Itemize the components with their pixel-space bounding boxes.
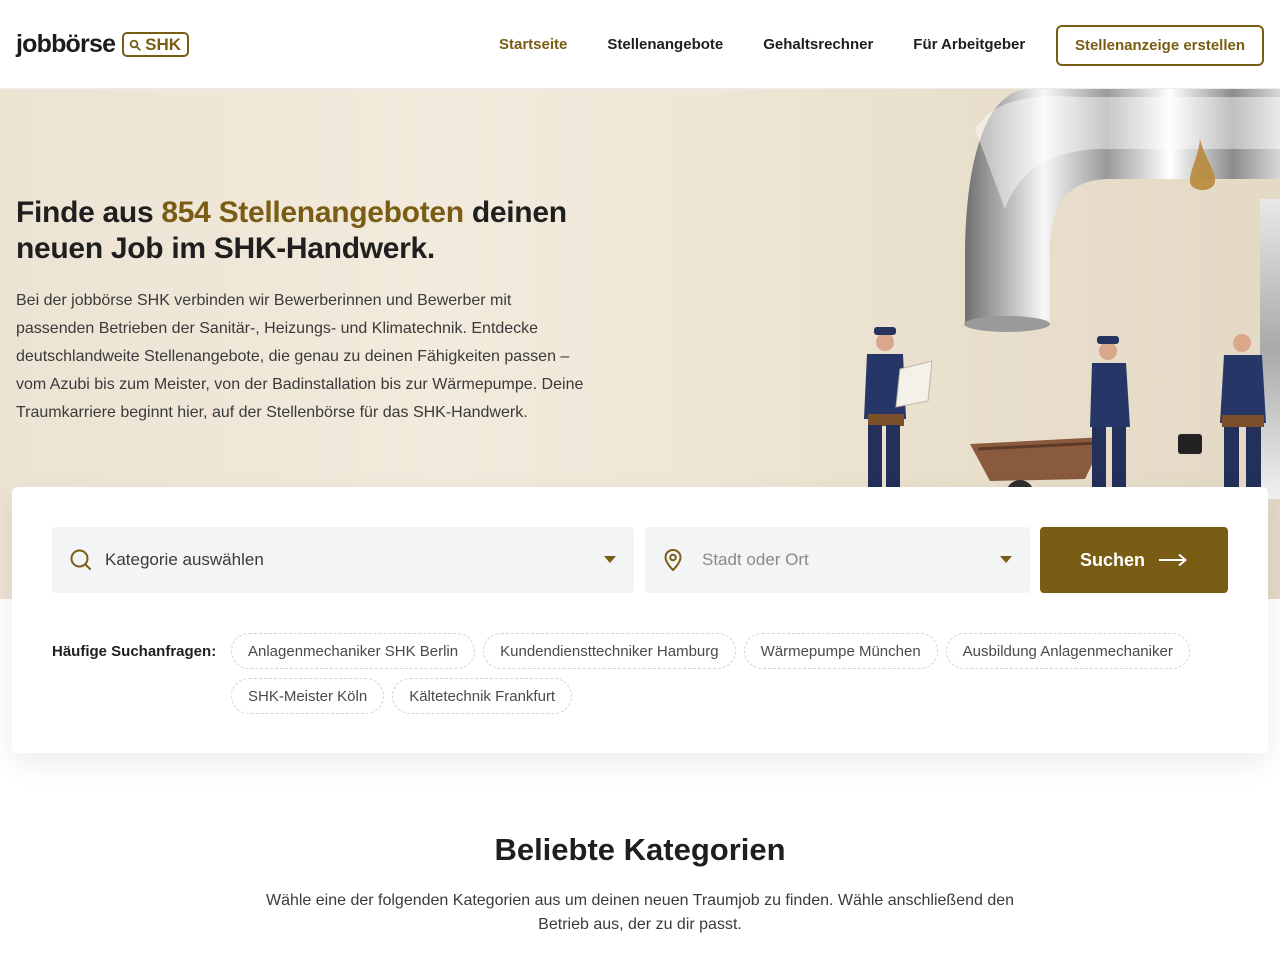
search-button[interactable]: Suchen bbox=[1040, 527, 1228, 593]
search-card: Kategorie auswählen Stadt oder Ort Suche… bbox=[12, 487, 1268, 753]
map-pin-icon bbox=[664, 548, 682, 572]
category-select[interactable]: Kategorie auswählen bbox=[52, 527, 634, 593]
nav-gehaltsrechner[interactable]: Gehaltsrechner bbox=[763, 36, 873, 53]
figurine-worker-1 bbox=[864, 327, 933, 500]
site-header: jobbörse SHK Startseite Stellenangebote … bbox=[0, 0, 1280, 89]
logo-badge: SHK bbox=[122, 32, 190, 57]
create-job-ad-button[interactable]: Stellenanzeige erstellen bbox=[1056, 25, 1264, 66]
frequent-searches-list: Anlagenmechaniker SHK Berlin Kundendiens… bbox=[231, 633, 1201, 714]
nav-stellenangebote[interactable]: Stellenangebote bbox=[607, 36, 723, 53]
nav-fuer-arbeitgeber[interactable]: Für Arbeitgeber bbox=[913, 36, 1025, 53]
hero-title: Finde aus 854 Stellenangeboten deinen ne… bbox=[16, 195, 636, 267]
search-icon bbox=[129, 39, 141, 51]
categories-description: Wähle eine der folgenden Kategorien aus … bbox=[265, 892, 1015, 933]
frequent-search-chip[interactable]: Kältetechnik Frankfurt bbox=[392, 678, 573, 714]
category-select-value: Kategorie auswählen bbox=[105, 550, 264, 569]
frequent-search-chip[interactable]: SHK-Meister Köln bbox=[231, 678, 385, 714]
location-placeholder: Stadt oder Ort bbox=[702, 550, 809, 569]
logo-badge-label: SHK bbox=[145, 34, 182, 54]
hero-title-highlight: 854 Stellenangeboten bbox=[161, 196, 464, 229]
frequent-searches-label: Häufige Suchanfragen: bbox=[52, 643, 217, 660]
categories-title: Beliebte Kategorien bbox=[494, 832, 786, 867]
search-icon bbox=[70, 549, 91, 570]
frequent-search-chip[interactable]: Kundendiensttechniker Hamburg bbox=[483, 633, 736, 669]
arrow-right-icon bbox=[1159, 553, 1188, 567]
nav-startseite[interactable]: Startseite bbox=[499, 36, 567, 53]
site-logo[interactable]: jobbörse SHK bbox=[16, 30, 190, 59]
main-nav: Startseite Stellenangebote Gehaltsrechne… bbox=[499, 36, 1065, 53]
logo-wordmark: jobbörse bbox=[16, 30, 116, 58]
frequent-search-chip[interactable]: Ausbildung Anlagenmechaniker bbox=[945, 633, 1190, 669]
location-select[interactable]: Stadt oder Ort bbox=[645, 527, 1030, 593]
frequent-search-chip[interactable]: Anlagenmechaniker SHK Berlin bbox=[231, 633, 476, 669]
frequent-search-chip[interactable]: Wärmepumpe München bbox=[743, 633, 938, 669]
hero-description: Bei der jobbörse SHK verbinden wir Bewer… bbox=[16, 292, 584, 421]
figurine-worker-2 bbox=[1090, 336, 1130, 502]
caret-down-icon bbox=[1000, 556, 1012, 563]
hero-title-prefix: Finde aus bbox=[16, 196, 162, 229]
caret-down-icon bbox=[604, 556, 616, 563]
figurine-worker-3 bbox=[1178, 334, 1266, 502]
search-button-label: Suchen bbox=[1079, 549, 1145, 570]
